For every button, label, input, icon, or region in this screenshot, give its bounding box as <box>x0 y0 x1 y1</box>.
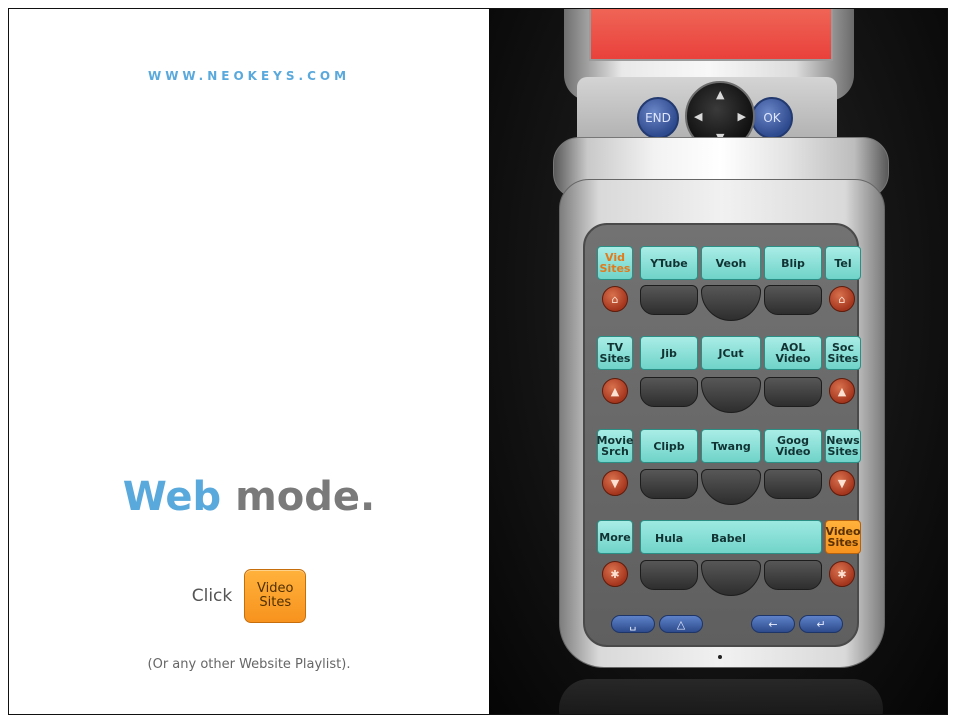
title-mode: mode. <box>221 474 376 520</box>
key-aol-video[interactable]: AOL Video <box>764 336 822 370</box>
video-sites-button[interactable]: Video Sites <box>244 569 307 623</box>
key-clipb[interactable]: Clipb <box>640 429 698 463</box>
key-veoh[interactable]: Veoh <box>701 246 761 280</box>
device-screen <box>589 9 833 61</box>
pad-key[interactable] <box>640 377 698 407</box>
key-soc-sites[interactable]: Soc Sites <box>825 336 861 370</box>
key-jcut[interactable]: JCut <box>701 336 761 370</box>
dpad-left-icon[interactable]: ◀ <box>694 111 702 122</box>
space-key-icon[interactable]: ␣ <box>611 615 655 633</box>
key-movie-srch[interactable]: Movie Srch <box>597 429 633 463</box>
pad-key[interactable] <box>764 560 822 590</box>
end-button[interactable]: END <box>637 97 679 139</box>
title-web: Web <box>122 474 222 520</box>
key-video-sites[interactable]: Video Sites <box>825 520 861 554</box>
pad-key[interactable] <box>764 469 822 499</box>
key-more[interactable]: More <box>597 520 633 554</box>
down-arrow-icon[interactable]: ▼ <box>829 470 855 496</box>
key-tel[interactable]: Tel <box>825 246 861 280</box>
down-arrow-icon[interactable]: ▼ <box>602 470 628 496</box>
asterisk-icon[interactable]: ✱ <box>602 561 628 587</box>
ok-button[interactable]: OK <box>751 97 793 139</box>
note-text: (Or any other Website Playlist). <box>147 657 351 672</box>
home-icon[interactable]: ⌂ <box>602 286 628 312</box>
key-twang[interactable]: Twang <box>701 429 761 463</box>
asterisk-icon[interactable]: ✱ <box>829 561 855 587</box>
key-jib[interactable]: Jib <box>640 336 698 370</box>
up-arrow-icon[interactable]: ▲ <box>829 378 855 404</box>
key-tv-sites[interactable]: TV Sites <box>597 336 633 370</box>
key-vid-sites[interactable]: Vid Sites <box>597 246 633 280</box>
pad-key[interactable] <box>764 377 822 407</box>
device-panel: END OK ▲ ▼ ◀ ▶ Vid Sites YTube Veoh Blip… <box>489 9 947 714</box>
click-label: Click <box>191 586 233 606</box>
pad-key[interactable] <box>640 285 698 315</box>
enter-key-icon[interactable]: ↵ <box>799 615 843 633</box>
shift-key-icon[interactable]: △ <box>659 615 703 633</box>
mic-dot <box>718 655 722 659</box>
pad-key[interactable] <box>640 469 698 499</box>
key-ytube[interactable]: YTube <box>640 246 698 280</box>
key-hula[interactable]: Hula <box>655 532 683 545</box>
left-panel: WWW.NEOKEYS.COM Web mode. Click Video Si… <box>9 9 489 714</box>
device-reflection <box>559 679 883 714</box>
pad-key[interactable] <box>640 560 698 590</box>
backspace-key-icon[interactable]: ← <box>751 615 795 633</box>
dpad-up-icon[interactable]: ▲ <box>716 89 724 100</box>
key-babel[interactable]: Babel <box>711 532 746 545</box>
home-icon[interactable]: ⌂ <box>829 286 855 312</box>
key-blip[interactable]: Blip <box>764 246 822 280</box>
website-url[interactable]: WWW.NEOKEYS.COM <box>9 69 489 83</box>
page-frame: WWW.NEOKEYS.COM Web mode. Click Video Si… <box>8 8 948 715</box>
dpad-right-icon[interactable]: ▶ <box>738 111 746 122</box>
mode-title: Web mode. <box>9 474 489 520</box>
up-arrow-icon[interactable]: ▲ <box>602 378 628 404</box>
key-news-sites[interactable]: News Sites <box>825 429 861 463</box>
click-instruction: Click Video Sites <box>9 569 489 623</box>
key-goog-video[interactable]: Goog Video <box>764 429 822 463</box>
pad-key[interactable] <box>764 285 822 315</box>
